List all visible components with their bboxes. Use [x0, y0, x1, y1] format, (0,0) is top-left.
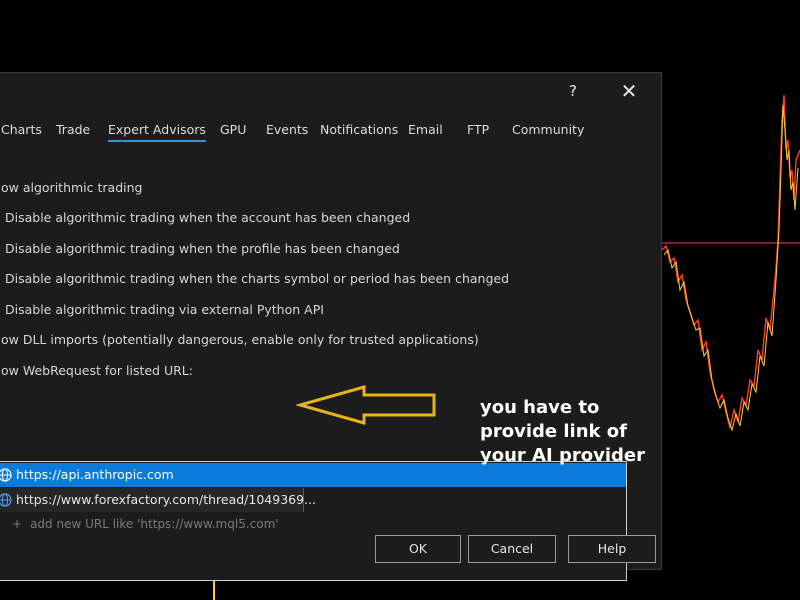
annotation-line: you have to [480, 397, 600, 418]
url-list-item[interactable]: https://www.forexfactory.com/thread/1049… [0, 488, 316, 512]
price-series-line-secondary [663, 104, 799, 432]
disable-on-symbol-change-checkbox[interactable]: Disable algorithmic trading when the cha… [5, 271, 509, 286]
allow-dll-imports-checkbox[interactable]: ow DLL imports (potentially dangerous, e… [1, 332, 479, 347]
tab-trade[interactable]: Trade [56, 122, 90, 137]
tab-email[interactable]: Email [408, 122, 443, 137]
help-button[interactable]: Help [568, 535, 656, 563]
tab-notifications[interactable]: Notifications [320, 122, 398, 137]
annotation-arrow-icon [296, 385, 436, 425]
plus-icon: + [12, 517, 23, 531]
add-url-row[interactable]: + add new URL like 'https://www.mql5.com' [12, 514, 279, 534]
price-series-line [661, 94, 800, 429]
annotation-text: you have to provide link of your AI prov… [480, 396, 670, 468]
help-question-icon[interactable]: ? [563, 79, 583, 103]
annotation-line: provide link of [480, 421, 627, 442]
disable-python-api-checkbox[interactable]: Disable algorithmic trading via external… [5, 302, 324, 317]
tab-events[interactable]: Events [266, 122, 308, 137]
allow-algo-trading-checkbox[interactable]: ow algorithmic trading [1, 180, 142, 195]
tab-community[interactable]: Community [512, 122, 584, 137]
url-text: https://www.forexfactory.com/thread/1049… [16, 492, 316, 507]
options-dialog: ? ✕ Charts Trade Expert Advisors GPU Eve… [0, 72, 662, 581]
globe-icon [0, 492, 12, 507]
ok-button[interactable]: OK [375, 535, 461, 563]
tab-ftp[interactable]: FTP [467, 122, 489, 137]
globe-icon [0, 467, 12, 482]
add-url-placeholder: add new URL like 'https://www.mql5.com' [30, 517, 279, 531]
disable-on-profile-change-checkbox[interactable]: Disable algorithmic trading when the pro… [5, 241, 400, 256]
url-text: https://api.anthropic.com [16, 467, 174, 482]
annotation-line: your AI provider [480, 445, 645, 466]
close-icon[interactable]: ✕ [617, 79, 641, 103]
expert-advisors-panel: ow algorithmic trading Disable algorithm… [0, 143, 649, 581]
dialog-titlebar: ? ✕ [0, 73, 661, 109]
tab-expert-advisors[interactable]: Expert Advisors [108, 122, 206, 142]
tab-gpu[interactable]: GPU [220, 122, 246, 137]
tab-bar: Charts Trade Expert Advisors GPU Events … [0, 110, 661, 144]
tab-charts[interactable]: Charts [1, 122, 42, 137]
cancel-button[interactable]: Cancel [468, 535, 556, 563]
allow-webrequest-checkbox[interactable]: ow WebRequest for listed URL: [1, 363, 193, 378]
disable-on-account-change-checkbox[interactable]: Disable algorithmic trading when the acc… [5, 210, 410, 225]
url-list[interactable]: https://api.anthropic.com https://www.fo… [0, 461, 627, 581]
